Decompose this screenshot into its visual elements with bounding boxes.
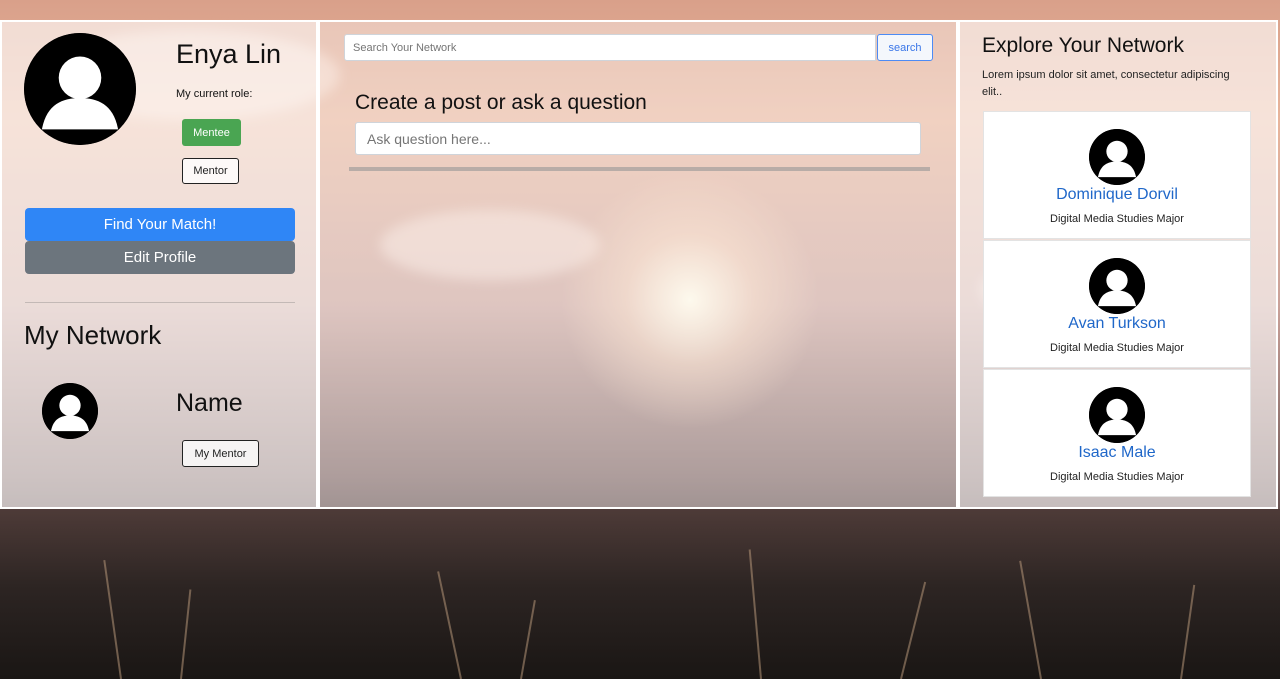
edit-profile-button[interactable]: Edit Profile — [25, 241, 295, 274]
profile-avatar — [24, 33, 136, 145]
role-label: My current role: — [176, 88, 253, 100]
create-post-title: Create a post or ask a question — [355, 91, 647, 114]
my-network-heading: My Network — [24, 320, 162, 350]
search-button[interactable]: search — [877, 34, 933, 61]
find-match-button[interactable]: Find Your Match! — [25, 208, 295, 241]
network-search-input[interactable] — [344, 34, 876, 61]
column-divider-left — [316, 20, 320, 509]
person-name-link[interactable]: Avan Turkson — [984, 315, 1250, 333]
mentee-role-button[interactable]: Mentee — [182, 119, 241, 146]
person-avatar — [1089, 129, 1145, 185]
person-name-link[interactable]: Dominique Dorvil — [984, 186, 1250, 204]
user-avatar-icon — [1089, 258, 1145, 314]
post-divider — [349, 167, 930, 171]
ask-question-input[interactable] — [355, 122, 921, 155]
person-card[interactable]: Isaac Male Digital Media Studies Major — [983, 369, 1251, 497]
explore-heading: Explore Your Network — [982, 34, 1184, 57]
person-avatar — [1089, 387, 1145, 443]
profile-panel: Enya Lin My current role: Mentee Mentor … — [2, 20, 316, 508]
explore-panel: Explore Your Network Lorem ipsum dolor s… — [960, 20, 1278, 508]
person-major: Digital Media Studies Major — [1050, 471, 1184, 483]
user-avatar-icon — [1089, 129, 1145, 185]
profile-name: Enya Lin — [176, 39, 282, 69]
column-divider-right — [956, 20, 960, 509]
section-divider — [25, 302, 295, 303]
person-avatar — [1089, 258, 1145, 314]
user-avatar-icon — [24, 33, 136, 145]
person-name-link[interactable]: Isaac Male — [984, 444, 1250, 462]
person-card[interactable]: Dominique Dorvil Digital Media Studies M… — [983, 111, 1251, 239]
person-major: Digital Media Studies Major — [1050, 213, 1184, 225]
person-card[interactable]: Avan Turkson Digital Media Studies Major — [983, 240, 1251, 368]
my-mentor-button[interactable]: My Mentor — [182, 440, 259, 467]
mentor-role-button[interactable]: Mentor — [182, 158, 239, 184]
user-avatar-icon — [1089, 387, 1145, 443]
user-avatar-icon — [42, 383, 98, 439]
network-member-avatar — [42, 383, 98, 439]
person-major: Digital Media Studies Major — [1050, 342, 1184, 354]
network-member-name: Name — [176, 389, 243, 417]
feed-panel: search Create a post or ask a question — [320, 20, 956, 508]
explore-description: Lorem ipsum dolor sit amet, consectetur … — [982, 69, 1230, 98]
